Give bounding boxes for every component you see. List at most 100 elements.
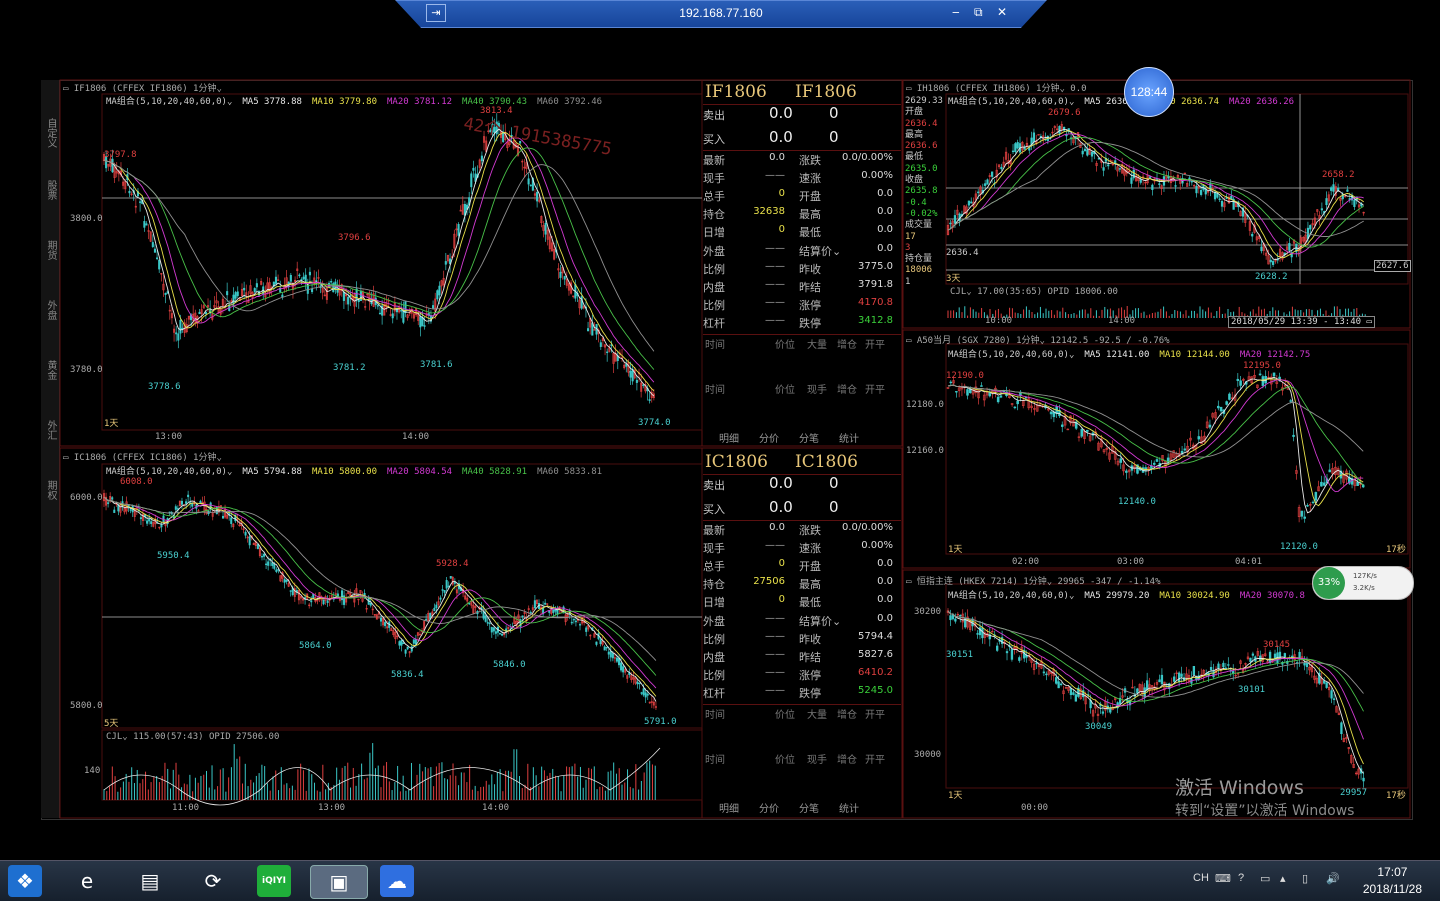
start-orb-icon[interactable]: ❖ <box>8 865 42 897</box>
taskbar-clock[interactable]: 17:07 2018/11/28 <box>1363 864 1422 898</box>
tray-icon[interactable]: 🔊 <box>1326 872 1340 885</box>
remote-desktop-icon[interactable]: ▣ <box>310 865 368 899</box>
ma-legend-item[interactable]: MA组合(5,10,20,40,60,0)⌄ <box>106 97 232 107</box>
buy-label: 买入 <box>703 503 725 516</box>
hsi-candle <box>1057 681 1060 689</box>
iqiyi-icon[interactable]: iQIYI <box>257 865 291 897</box>
ma-legend-item: MA5 12141.00 <box>1084 350 1150 360</box>
quote-value: —— <box>765 540 785 552</box>
ma-legend-item: MA20 12142.75 <box>1239 350 1311 360</box>
ma-legend-item: MA20 5804.54 <box>387 467 453 477</box>
ic-candle <box>267 561 270 566</box>
a50-chart-header[interactable]: ▭ A50当月 (SGX 7280) 1分钟⌄ 12142.5 -92.5 / … <box>906 333 1170 346</box>
if-candle <box>156 257 159 260</box>
clock-date: 2018/11/28 <box>1362 882 1422 896</box>
a50-candle <box>1208 424 1212 428</box>
if-candle <box>563 276 566 280</box>
ic-chart-header[interactable]: ▭ IC1806 (CFFEX IC1806) 1分钟⌄ <box>63 450 222 463</box>
tray-icon[interactable]: ▯ <box>1302 872 1308 885</box>
ic-candle <box>265 563 268 566</box>
detail-tab[interactable]: 明细 <box>719 804 739 815</box>
hsi-candle <box>949 615 952 621</box>
if-candle <box>559 271 562 278</box>
network-speed-widget[interactable]: 33% 127K/s 3.2K/s <box>1312 566 1414 600</box>
ic-quote-board: IC1806 IC1806 卖出 0.0 0 买入 0.0 0 最新 0.0 涨跌 0.0/0.00%… <box>703 452 901 815</box>
hsi-interval: 17秒 <box>1386 791 1406 801</box>
tray-icon[interactable]: ⌨ <box>1215 872 1231 885</box>
quote-label[interactable]: 结算价⌄ <box>799 613 841 629</box>
detail-tab[interactable]: 分笔 <box>799 804 819 815</box>
quote-value: —— <box>765 666 785 678</box>
hsi-candle <box>1160 674 1164 685</box>
a50-candle <box>1016 400 1019 405</box>
tray-icon[interactable]: ? <box>1238 872 1244 884</box>
hsi-candle <box>1212 670 1215 678</box>
ic-candle <box>414 639 417 645</box>
ic-candle <box>400 639 403 646</box>
ih-candle <box>1200 190 1203 195</box>
tray-icon[interactable]: CH <box>1193 872 1209 884</box>
ma-legend-item[interactable]: MA组合(5,10,20,40,60,0)⌄ <box>948 350 1074 360</box>
detail-tab[interactable]: 统计 <box>839 434 859 445</box>
if-candle <box>444 261 447 265</box>
ma-legend-item[interactable]: MA组合(5,10,20,40,60,0)⌄ <box>948 591 1074 601</box>
ih-candle <box>1320 208 1323 211</box>
quote-row: 比例 —— 涨停 4170.8 <box>703 297 901 315</box>
quote-value: 0 <box>778 558 785 570</box>
detail-tab[interactable]: 分价 <box>759 804 779 815</box>
ma-legend-item[interactable]: MA组合(5,10,20,40,60,0)⌄ <box>106 467 232 477</box>
detail-tab[interactable]: 分价 <box>759 434 779 445</box>
floating-timer-bubble[interactable]: 128:44 <box>1124 67 1174 117</box>
quote-value: —— <box>765 612 785 624</box>
green-app-icon[interactable]: ⟳ <box>196 865 230 897</box>
clock-time: 17:07 <box>1377 865 1408 879</box>
explorer-folder-icon[interactable]: ▤ <box>133 865 167 897</box>
ma-legend-item: MA10 5800.00 <box>311 467 378 477</box>
if-candle <box>347 296 350 305</box>
if-candle <box>536 192 539 202</box>
hsi-chart-header[interactable]: ▭ 恒指主连 (HKEX 7214) 1分钟⌄ 29965 -347 / -1.… <box>906 574 1160 587</box>
ma-legend-item[interactable]: MA组合(5,10,20,40,60,0)⌄ <box>948 97 1074 107</box>
quote-label: 内盘 <box>703 280 725 294</box>
ih-info-line: -0.4 <box>905 197 927 208</box>
hsi-candle <box>1362 777 1365 782</box>
quote-label[interactable]: 结算价⌄ <box>799 243 841 259</box>
ic-ma-line <box>103 496 657 689</box>
ic-candle <box>443 590 446 593</box>
a50-candle <box>1311 501 1315 504</box>
ie-icon[interactable]: e <box>70 865 104 897</box>
ih-info-line: 2629.33 <box>905 96 943 106</box>
detail-tab[interactable]: 分笔 <box>799 434 819 445</box>
ic-candle <box>609 650 612 658</box>
tray-icon[interactable]: ▭ <box>1260 872 1270 885</box>
ic-candle <box>439 597 442 600</box>
quote-label: 总手 <box>703 190 725 204</box>
if-candle <box>438 285 441 296</box>
baidu-netdisk-icon[interactable]: ☁ <box>380 865 414 897</box>
ic-candle <box>449 576 452 579</box>
if-chart-header[interactable]: ▭ IF1806 (CFFEX IF1806) 1分钟⌄ <box>63 81 222 94</box>
tray-icon[interactable]: ▴ <box>1280 872 1286 885</box>
ih-xtick: 10:00 <box>985 316 1013 326</box>
detail-tab[interactable]: 统计 <box>839 804 859 815</box>
if-candle <box>315 280 318 282</box>
ih-candle <box>1251 233 1254 237</box>
detail-tab[interactable]: 明细 <box>719 434 739 445</box>
quote-label: 持仓 <box>703 578 725 592</box>
ih-info-line: 18006 <box>905 265 933 276</box>
a50-xtick: 04:01 <box>1235 557 1263 567</box>
quote-label: 内盘 <box>703 650 725 664</box>
quote-value: 0.0 <box>877 612 893 624</box>
ic-candle <box>501 633 504 636</box>
quote-label: 外盘 <box>703 244 725 258</box>
if-period: 1天 <box>104 419 119 429</box>
a50-candle <box>1125 470 1128 473</box>
quote-row: 现手 —— 速涨 0.00% <box>703 170 901 188</box>
a50-ytick: 12180.0 <box>906 400 944 410</box>
quote-label: 外盘 <box>703 614 725 628</box>
a50-candle <box>1049 411 1053 415</box>
ih-chart-header[interactable]: ▭ IH1806 (CFFEX IH1806) 1分钟⌄ 0.0 <box>906 81 1087 94</box>
hsi-label: 30049 <box>1085 722 1113 732</box>
quote-label: 涨停 <box>799 298 821 312</box>
ih-candle <box>1016 142 1019 149</box>
